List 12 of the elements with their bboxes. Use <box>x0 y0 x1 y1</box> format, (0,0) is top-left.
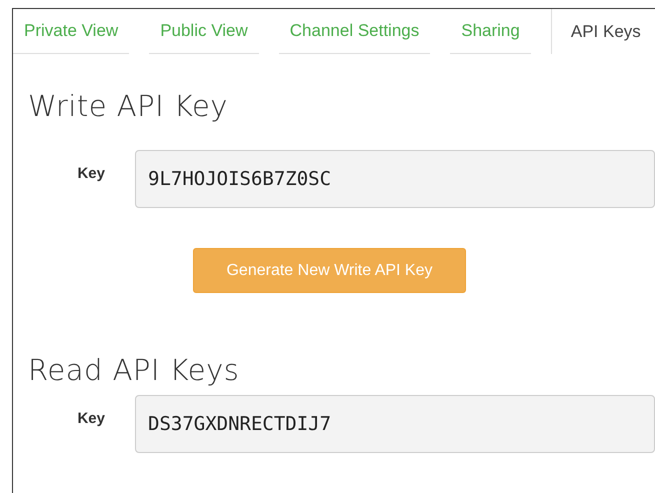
section-heading: Write API Key <box>28 89 228 123</box>
field-label: Key <box>76 164 106 182</box>
tab[interactable]: Public View <box>149 9 259 54</box>
key-field[interactable]: 9L7HOJOIS6B7Z0SC <box>135 150 655 208</box>
tab[interactable]: API Keys <box>550 9 655 54</box>
tab[interactable]: Sharing <box>450 9 531 54</box>
generate-key-button[interactable]: Generate New Write API Key <box>193 248 466 293</box>
field-label: Key <box>76 409 106 427</box>
tab[interactable]: Private View <box>13 9 130 54</box>
section-heading: Read API Keys <box>28 353 240 387</box>
tab[interactable]: Channel Settings <box>278 9 430 54</box>
key-field[interactable]: DS37GXDNRECTDIJ7 <box>135 395 655 453</box>
